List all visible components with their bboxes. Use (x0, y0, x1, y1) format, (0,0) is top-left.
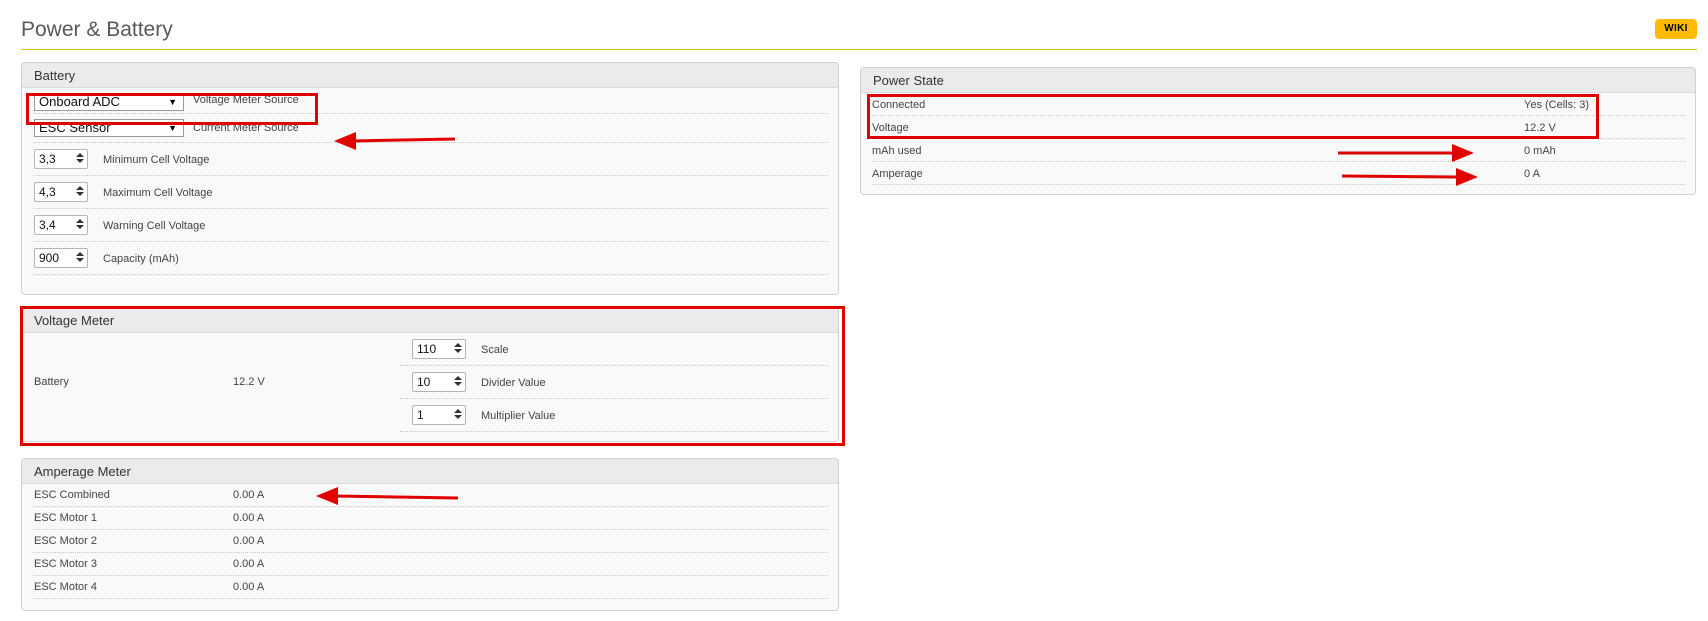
multiplier-value: 1 (417, 408, 424, 422)
amperage-name: ESC Combined (34, 489, 110, 501)
capacity-input[interactable]: 900 (34, 248, 88, 268)
spinner-icon[interactable] (453, 375, 463, 389)
power-state-value: Yes (Cells: 3) (1524, 99, 1590, 111)
capacity-value: 900 (39, 251, 60, 265)
annotation-arrow-left-icon (316, 487, 459, 505)
spinner-icon[interactable] (75, 218, 85, 232)
spinner-icon[interactable] (453, 408, 463, 422)
scale-label: Scale (481, 344, 509, 356)
amperage-name: ESC Motor 2 (34, 535, 97, 547)
amperage-value: 0.00 A (233, 489, 265, 501)
power-state-name: Amperage (872, 168, 923, 180)
voltage-meter-source-label: Voltage Meter Source (193, 94, 299, 106)
amperage-value: 0.00 A (233, 535, 265, 547)
battery-panel: Battery Onboard ADC ▼ Voltage Meter Sour… (21, 62, 839, 295)
amperage-value: 0.00 A (233, 512, 265, 524)
multiplier-label: Multiplier Value (481, 410, 556, 422)
amperage-name: ESC Motor 4 (34, 581, 97, 593)
annotation-arrow-left-icon (334, 132, 456, 150)
power-state-value: 12.2 V (1524, 122, 1556, 134)
voltage-meter-name: Battery (34, 376, 69, 388)
capacity-label: Capacity (mAh) (103, 253, 179, 265)
chevron-down-icon: ▼ (168, 123, 177, 133)
amperage-value: 0.00 A (233, 558, 265, 570)
divider-row: 10 Divider Value (400, 366, 828, 399)
divider-value: 10 (417, 375, 431, 389)
scale-value: 110 (417, 342, 437, 356)
max-cell-voltage-row: 4,3 Maximum Cell Voltage (33, 176, 828, 209)
amperage-name: ESC Motor 1 (34, 512, 97, 524)
min-cell-voltage-value: 3,3 (39, 152, 56, 166)
amperage-meter-panel: Amperage Meter ESC Combined 0.00 A ESC M… (21, 458, 839, 611)
spinner-icon[interactable] (75, 152, 85, 166)
scale-row: 110 Scale (400, 333, 828, 366)
table-row: ESC Motor 3 0.00 A (33, 553, 828, 576)
chevron-down-icon: ▼ (168, 97, 177, 107)
warning-cell-voltage-label: Warning Cell Voltage (103, 220, 206, 232)
amperage-meter-panel-title: Amperage Meter (22, 459, 838, 484)
divider-input[interactable]: 10 (412, 372, 466, 392)
voltage-meter-reading: 12.2 V (233, 376, 265, 388)
power-state-name: mAh used (872, 145, 922, 157)
power-state-value: 0 A (1524, 168, 1540, 180)
battery-panel-title: Battery (22, 63, 838, 88)
table-row: ESC Motor 2 0.00 A (33, 530, 828, 553)
max-cell-voltage-value: 4,3 (39, 185, 56, 199)
voltage-meter-source-row: Onboard ADC ▼ Voltage Meter Source (33, 88, 828, 114)
spinner-icon[interactable] (75, 185, 85, 199)
power-state-panel: Power State Connected Yes (Cells: 3) Vol… (860, 67, 1696, 195)
current-meter-source-value: ESC Sensor (39, 120, 111, 135)
warning-cell-voltage-value: 3,4 (39, 218, 56, 232)
annotation-arrow-right-icon (1338, 144, 1474, 162)
power-state-name: Connected (872, 99, 926, 111)
table-row: Connected Yes (Cells: 3) (872, 93, 1685, 116)
power-state-panel-title: Power State (861, 68, 1695, 93)
current-meter-source-label: Current Meter Source (193, 122, 299, 134)
table-row: ESC Motor 4 0.00 A (33, 576, 828, 599)
table-row: mAh used 0 mAh (872, 139, 1685, 162)
wiki-button[interactable]: WIKI (1655, 19, 1697, 39)
power-state-value: 0 mAh (1524, 145, 1556, 157)
voltage-meter-panel-title: Voltage Meter (22, 308, 838, 333)
scale-input[interactable]: 110 (412, 339, 466, 359)
spinner-icon[interactable] (75, 251, 85, 265)
annotation-arrow-right-icon (1341, 168, 1478, 186)
min-cell-voltage-label: Minimum Cell Voltage (103, 154, 210, 166)
max-cell-voltage-label: Maximum Cell Voltage (103, 187, 213, 199)
divider-label: Divider Value (481, 377, 546, 389)
multiplier-row: 1 Multiplier Value (400, 399, 828, 432)
multiplier-input[interactable]: 1 (412, 405, 466, 425)
max-cell-voltage-input[interactable]: 4,3 (34, 182, 88, 202)
page-header: Power & Battery WIKI (21, 12, 1697, 50)
amperage-name: ESC Motor 3 (34, 558, 97, 570)
current-meter-source-select[interactable]: ESC Sensor ▼ (34, 119, 184, 137)
voltage-meter-source-select[interactable]: Onboard ADC ▼ (34, 93, 184, 111)
min-cell-voltage-input[interactable]: 3,3 (34, 149, 88, 169)
capacity-row: 900 Capacity (mAh) (33, 242, 828, 275)
table-row: Voltage 12.2 V (872, 116, 1685, 139)
voltage-meter-panel: Voltage Meter Battery 12.2 V 110 Scale 1… (21, 307, 839, 442)
power-state-name: Voltage (872, 122, 909, 134)
warning-cell-voltage-row: 3,4 Warning Cell Voltage (33, 209, 828, 242)
table-row: Amperage 0 A (872, 162, 1685, 185)
page-title: Power & Battery (21, 18, 173, 41)
spinner-icon[interactable] (453, 342, 463, 356)
amperage-value: 0.00 A (233, 581, 265, 593)
table-row: ESC Motor 1 0.00 A (33, 507, 828, 530)
warning-cell-voltage-input[interactable]: 3,4 (34, 215, 88, 235)
voltage-meter-source-value: Onboard ADC (39, 94, 120, 109)
